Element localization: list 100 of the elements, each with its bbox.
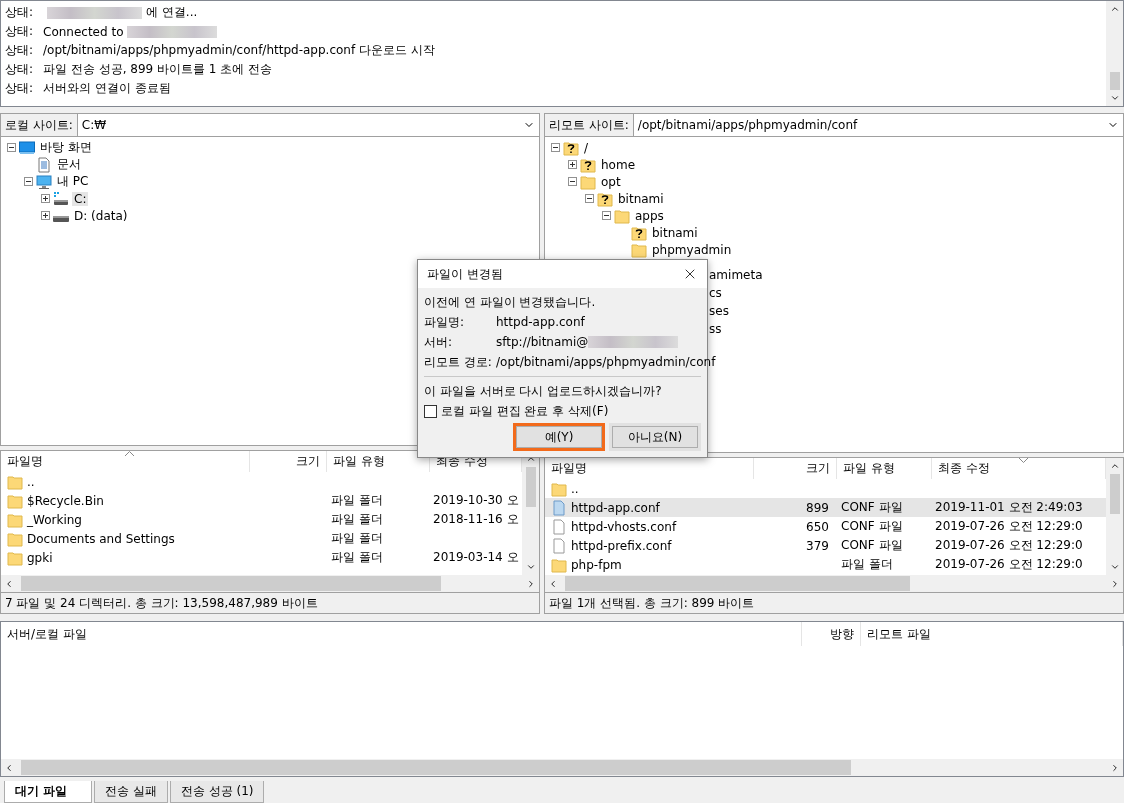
horizontal-scrollbar[interactable] (545, 575, 1123, 593)
collapse-icon[interactable] (568, 177, 577, 187)
file-row[interactable]: httpd-prefix.conf 379 CONF 파일 2019-07-26 오전 12:29:0 (545, 536, 1106, 556)
log-message: 서버와의 연결이 종료됨 (43, 80, 171, 97)
folder-icon (614, 207, 630, 224)
file-row[interactable]: gpki 파일 폴더 2019-03-14 오 (1, 548, 522, 568)
tree-item[interactable]: home (599, 157, 638, 172)
log-message: Connected to (43, 24, 124, 39)
vertical-scrollbar[interactable] (1106, 1, 1123, 107)
file-size: 899 (806, 500, 829, 515)
tree-item[interactable]: amimeta (709, 268, 763, 283)
scroll-right-icon[interactable] (526, 578, 536, 589)
tree-item[interactable]: / (582, 140, 591, 155)
column-header[interactable]: 서버/로컬 파일 (1, 622, 802, 647)
horizontal-scrollbar[interactable] (1, 759, 1123, 776)
scroll-thumb[interactable] (21, 576, 441, 592)
tree-item[interactable]: opt (599, 174, 623, 189)
tree-item[interactable]: bitnami (650, 225, 700, 240)
file-row[interactable]: php-fpm 파일 폴더 2019-07-26 오전 12:29:0 (545, 555, 1106, 575)
file-row[interactable]: httpd-app.conf 899 CONF 파일 2019-11-01 오전 2:49:03 (545, 498, 1106, 518)
file-type: 파일 폴더 (841, 556, 893, 574)
tree-item[interactable]: phpmyadmin (650, 242, 734, 257)
file-type: 파일 폴더 (331, 549, 383, 567)
scroll-left-icon[interactable] (4, 762, 14, 773)
tree-item[interactable]: ses (709, 304, 729, 319)
scroll-thumb[interactable] (1109, 474, 1120, 515)
folder-icon (551, 556, 567, 573)
scroll-up-icon[interactable] (1109, 4, 1120, 14)
file-row[interactable]: _Working 파일 폴더 2018-11-16 오 (1, 510, 522, 530)
file-row[interactable]: .. (1, 472, 522, 492)
column-header[interactable]: 크기 (250, 451, 327, 473)
checkbox[interactable] (424, 404, 437, 418)
log-message: 에 연결... (146, 4, 198, 21)
scroll-thumb[interactable] (1109, 72, 1120, 91)
queue-tab[interactable]: 대기 파일 (4, 781, 92, 803)
file-name: gpki (27, 550, 53, 565)
expand-icon[interactable] (41, 194, 50, 204)
vertical-scrollbar[interactable] (1106, 458, 1123, 576)
drive-icon (53, 190, 69, 207)
folder-icon (551, 480, 567, 497)
file-row[interactable]: Documents and Settings 파일 폴더 (1, 529, 522, 549)
tree-item[interactable]: apps (633, 208, 666, 223)
log-label: 상태: (5, 23, 35, 40)
modified-date: 2019-11-01 오전 2:49:03 (935, 499, 1083, 517)
field-value: sftp://bitnami@ (496, 335, 589, 349)
column-header[interactable]: 리모트 파일 (861, 622, 1123, 647)
queue-tab[interactable]: 전송 실패 (94, 781, 168, 803)
folder-icon (631, 241, 647, 258)
log-label: 상태: (5, 61, 35, 78)
scroll-left-icon[interactable] (4, 578, 14, 589)
modified-date: 2019-07-26 오전 12:29:0 (935, 537, 1083, 555)
collapse-icon[interactable] (24, 177, 33, 187)
scroll-thumb[interactable] (21, 760, 851, 775)
folder-icon (7, 549, 23, 566)
expand-icon[interactable] (41, 211, 50, 221)
collapse-icon[interactable] (551, 143, 560, 153)
tree-item[interactable]: 문서 (55, 156, 83, 174)
file-row[interactable]: $Recycle.Bin 파일 폴더 2019-10-30 오 (1, 491, 522, 511)
queue-tab[interactable]: 전송 성공 (1) (169, 781, 265, 803)
file-name: httpd-vhosts.conf (571, 519, 677, 534)
expand-icon[interactable] (568, 160, 577, 170)
scroll-right-icon[interactable] (1110, 578, 1120, 589)
dialog-message: 이전에 연 파일이 변경됐습니다. (424, 293, 596, 311)
dialog-button[interactable]: 아니요(N) (609, 423, 701, 451)
file-size: 650 (806, 519, 829, 534)
folder-icon (7, 530, 23, 547)
tree-item[interactable]: 내 PC (55, 173, 91, 191)
column-header[interactable]: 크기 (754, 458, 837, 480)
folder-icon (7, 492, 23, 509)
tree-item[interactable]: cs (709, 286, 722, 301)
horizontal-scrollbar[interactable] (1, 575, 539, 593)
file-row[interactable]: .. (545, 479, 1106, 499)
collapse-icon[interactable] (602, 211, 611, 221)
scroll-thumb[interactable] (565, 576, 910, 592)
dialog-button[interactable]: 예(Y) (513, 423, 605, 451)
tree-item[interactable]: C: (72, 191, 89, 206)
field-label: 파일명: (424, 313, 466, 331)
file-icon (551, 499, 567, 516)
unknown-folder-icon (631, 224, 647, 241)
scroll-thumb[interactable] (525, 467, 536, 508)
tree-item[interactable]: bitnami (616, 191, 666, 206)
file-name: httpd-prefix.conf (571, 538, 672, 553)
tree-item[interactable]: 바탕 화면 (38, 139, 94, 157)
file-row[interactable]: httpd-vhosts.conf 650 CONF 파일 2019-07-26 오전 12:29:0 (545, 517, 1106, 537)
dialog-question: 이 파일을 서버로 다시 업로드하시겠습니까? (424, 382, 662, 400)
unknown-folder-icon (580, 156, 596, 173)
file-name: .. (27, 474, 35, 489)
scroll-left-icon[interactable] (548, 578, 558, 589)
scroll-right-icon[interactable] (1110, 762, 1120, 773)
column-header[interactable]: 방향 (802, 622, 861, 647)
modified-date: 2019-07-26 오전 12:29:0 (935, 556, 1083, 574)
modified-date: 2018-11-16 오 (433, 511, 519, 529)
tree-item[interactable]: ss (709, 322, 722, 337)
collapse-icon[interactable] (7, 143, 16, 153)
collapse-icon[interactable] (585, 194, 594, 204)
column-header[interactable]: 파일명 (1, 451, 250, 473)
tree-item[interactable]: D: (data) (72, 208, 130, 223)
column-header[interactable]: 파일 유형 (837, 458, 932, 480)
file-name: $Recycle.Bin (27, 493, 104, 508)
file-type: 파일 폴더 (331, 511, 383, 529)
